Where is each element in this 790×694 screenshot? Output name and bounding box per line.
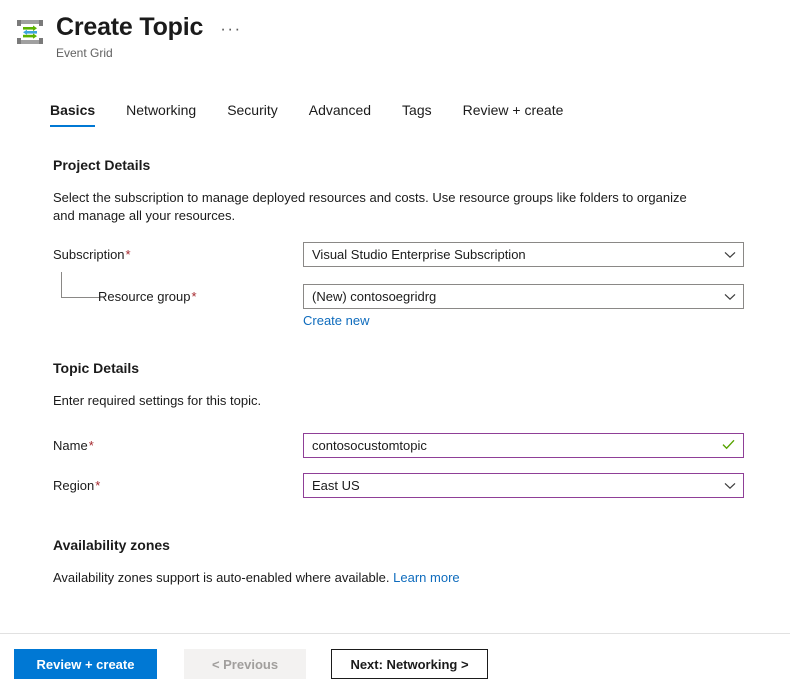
more-options-button[interactable]: ···	[220, 20, 241, 37]
availability-zones-text: Availability zones support is auto-enabl…	[53, 570, 390, 585]
name-row: Name* contosocustomtopic	[53, 433, 770, 458]
subscription-select[interactable]: Visual Studio Enterprise Subscription	[303, 242, 744, 267]
name-label: Name*	[53, 437, 303, 455]
project-details-description: Select the subscription to manage deploy…	[53, 190, 687, 223]
name-control: contosocustomtopic	[303, 433, 744, 458]
name-input[interactable]: contosocustomtopic	[303, 433, 744, 458]
page-subtitle: Event Grid	[56, 46, 113, 60]
event-grid-icon	[13, 15, 47, 49]
tab-basics[interactable]: Basics	[50, 101, 96, 127]
required-asterisk: *	[191, 288, 197, 304]
name-value: contosocustomtopic	[312, 438, 427, 453]
subscription-control: Visual Studio Enterprise Subscription	[303, 242, 744, 267]
page-header: Create Topic ··· Event Grid	[0, 0, 790, 61]
resource-group-row: Resource group* (New) contosoegridrg	[53, 272, 770, 309]
region-value: East US	[312, 478, 360, 493]
subscription-row: Subscription* Visual Studio Enterprise S…	[53, 242, 770, 267]
resource-group-control: (New) contosoegridrg	[303, 284, 744, 309]
subscription-label: Subscription*	[53, 246, 303, 264]
review-create-button[interactable]: Review + create	[14, 649, 157, 679]
tab-security[interactable]: Security	[227, 101, 278, 127]
resource-group-select[interactable]: (New) contosoegridrg	[303, 284, 744, 309]
required-asterisk: *	[125, 246, 131, 262]
tab-review-create[interactable]: Review + create	[463, 101, 564, 127]
learn-more-link[interactable]: Learn more	[393, 570, 459, 585]
project-details-heading: Project Details	[53, 157, 151, 173]
tab-bar: Basics Networking Security Advanced Tags…	[0, 98, 790, 127]
region-label-text: Region	[53, 477, 95, 493]
availability-zones-heading: Availability zones	[53, 537, 170, 553]
region-control: East US	[303, 473, 744, 498]
subscription-value: Visual Studio Enterprise Subscription	[312, 247, 526, 262]
name-label-text: Name	[53, 437, 88, 453]
subscription-label-text: Subscription	[53, 246, 125, 262]
availability-zones-description: Availability zones support is auto-enabl…	[53, 569, 708, 587]
required-asterisk: *	[95, 477, 101, 493]
region-label: Region*	[53, 477, 303, 495]
topic-details-heading: Topic Details	[53, 360, 140, 376]
region-row: Region* East US	[53, 473, 770, 498]
next-networking-button[interactable]: Next: Networking >	[331, 649, 488, 679]
resource-group-label-text: Resource group	[98, 288, 191, 304]
required-asterisk: *	[88, 437, 94, 453]
form-content: Project Details Select the subscription …	[0, 156, 790, 587]
previous-button: < Previous	[184, 649, 306, 679]
topic-details-description: Enter required settings for this topic.	[53, 393, 262, 408]
region-select[interactable]: East US	[303, 473, 744, 498]
resource-group-value: (New) contosoegridrg	[312, 289, 437, 304]
create-new-link[interactable]: Create new	[303, 313, 369, 328]
tab-networking[interactable]: Networking	[126, 101, 196, 127]
page-title: Create Topic	[56, 13, 204, 41]
resource-group-label: Resource group*	[53, 288, 303, 306]
tab-tags[interactable]: Tags	[402, 101, 432, 127]
create-new-wrapper: Create new	[53, 312, 770, 330]
wizard-footer: Review + create < Previous Next: Network…	[0, 633, 790, 694]
tab-advanced[interactable]: Advanced	[309, 101, 371, 127]
